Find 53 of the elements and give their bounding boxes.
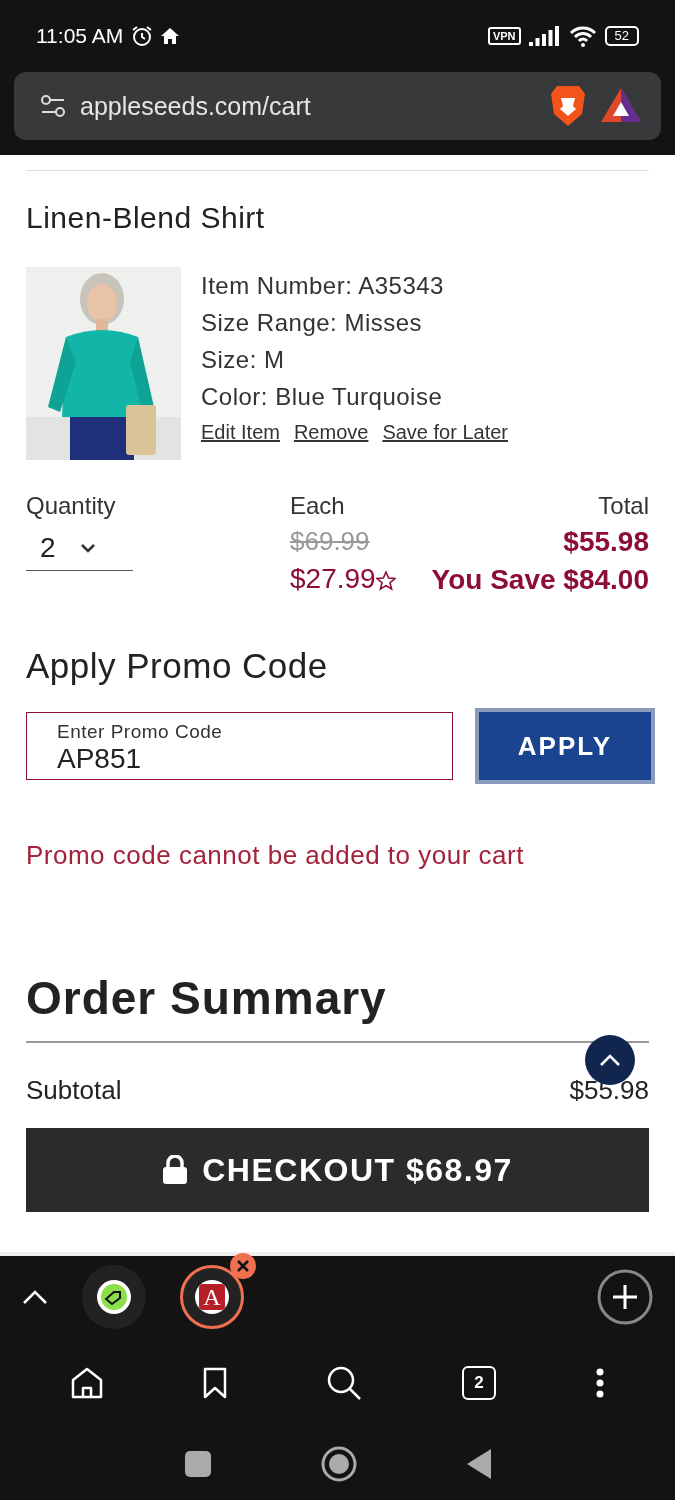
savings-text: You Save $84.00 [431,564,649,596]
lock-icon [162,1155,189,1185]
signal-icon [528,26,561,46]
checkout-button[interactable]: CHECKOUT $68.97 [26,1128,649,1212]
vpn-indicator: VPN [487,27,521,45]
new-tab-icon[interactable] [597,1269,653,1325]
order-summary-heading: Order Summary [26,971,388,1025]
product-title: Linen-Blend Shirt [26,201,266,235]
home-button-icon[interactable] [320,1446,357,1482]
product-detail: Size: M [201,345,286,375]
tag-icon [97,1280,131,1314]
more-icon[interactable] [595,1368,606,1398]
chevron-down-icon [79,543,96,553]
total-label: Total [597,492,649,520]
battery-indicator: 52 [604,26,639,46]
apply-button[interactable]: APPLY [475,708,655,784]
promo-error-message: Promo code cannot be added to your cart [26,840,525,871]
product-detail: Color: Blue Turquoise [201,382,444,412]
browser-tab[interactable]: A [180,1265,244,1329]
bookmark-icon[interactable] [203,1367,228,1399]
each-label: Each [290,492,346,520]
quantity-label: Quantity [26,492,117,520]
wifi-icon [568,25,597,47]
chevron-up-icon [599,1053,621,1067]
triangle-logo-icon[interactable] [601,88,641,124]
back-icon[interactable] [466,1449,491,1479]
status-time: 11:05 AM [36,24,124,48]
recents-icon[interactable] [184,1451,211,1477]
home-icon[interactable] [69,1367,104,1399]
promo-code-field[interactable]: Enter Promo Code AP851 [26,712,453,780]
star-icon [375,571,396,591]
item-action-link[interactable]: Remove [293,421,369,444]
search-icon[interactable] [326,1365,363,1401]
collapse-icon[interactable] [22,1289,48,1305]
total-price: $55.98 [562,526,649,558]
tab-count-button[interactable]: 2 [461,1366,496,1400]
promo-heading: Apply Promo Code [26,646,329,686]
subtotal-value: $55.98 [569,1075,649,1106]
alarm-icon [131,25,154,47]
site-settings-icon[interactable] [40,94,66,118]
sale-price: $27.99 [290,563,376,595]
subtotal-label: Subtotal [26,1075,122,1106]
original-price: $69.99 [290,526,371,557]
quantity-select[interactable]: 2 [26,524,133,571]
close-icon [237,1260,249,1272]
tab-favicon: A [199,1284,225,1310]
product-detail: Item Number: A35343 [201,271,445,301]
home-icon [161,28,180,44]
product-detail: Size Range: Misses [201,308,424,338]
close-tab-button[interactable] [230,1253,256,1279]
item-action-link[interactable]: Edit Item [201,421,280,444]
item-action-link[interactable]: Save for Later [382,421,509,444]
lion-shield-icon[interactable] [549,84,587,128]
